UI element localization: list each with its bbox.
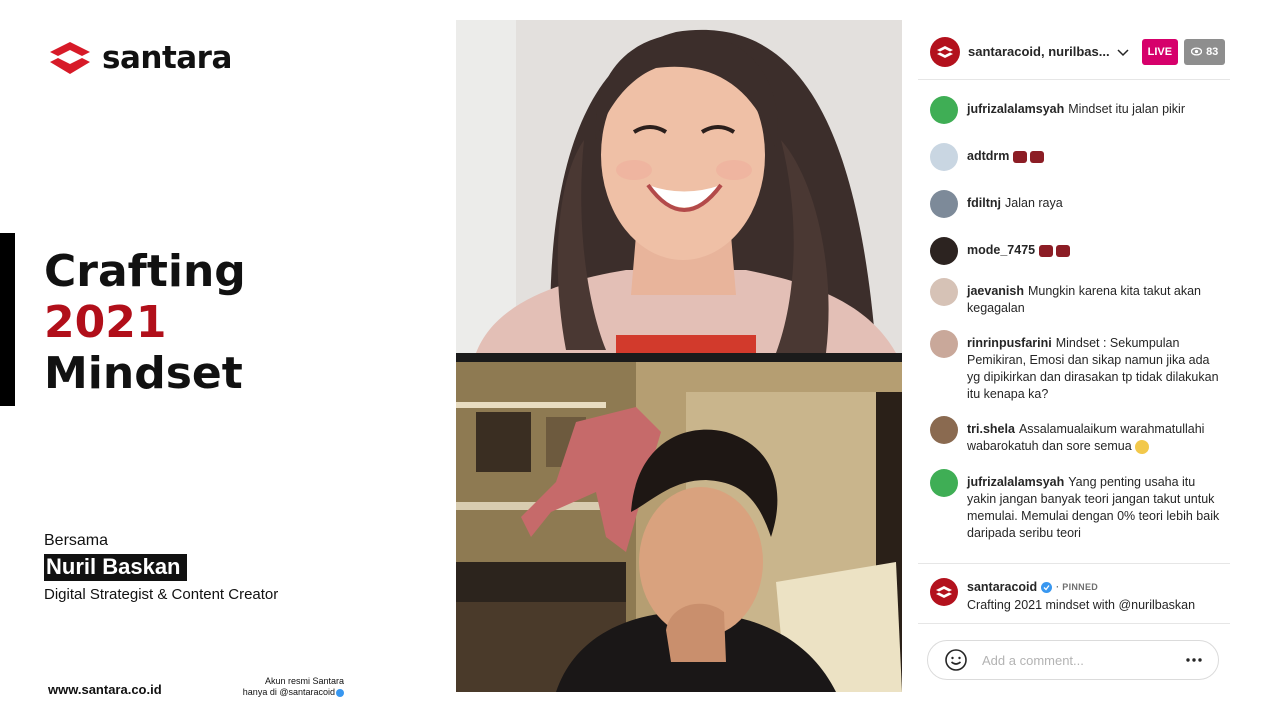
- santara-logo: santara: [48, 38, 232, 78]
- live-participants[interactable]: santaracoid, nurilbas...: [968, 44, 1110, 59]
- heart-emoji-icon: [1013, 150, 1028, 163]
- comment-box: [927, 640, 1219, 680]
- pinned-comment[interactable]: santaracoid · PINNED Crafting 2021 minds…: [918, 563, 1230, 624]
- host-camera: [456, 362, 902, 692]
- comment-user[interactable]: mode_7475: [967, 243, 1035, 257]
- comment-body: jufrizalalamsyah Mindset itu jalan pikir: [967, 101, 1185, 118]
- live-badge: LIVE: [1141, 38, 1179, 65]
- pinned-header: santaracoid · PINNED: [967, 578, 1195, 596]
- comment-user[interactable]: fdiltnj: [967, 196, 1001, 210]
- chevron-down-icon[interactable]: [1116, 45, 1130, 59]
- commenter-avatar[interactable]: [930, 330, 958, 358]
- official-line-2: hanya di @santaracoid: [242, 687, 335, 697]
- pinned-user[interactable]: santaracoid: [967, 578, 1037, 596]
- comment-body: fdiltnj Jalan raya: [967, 195, 1063, 212]
- eye-icon: [1191, 47, 1203, 56]
- commenter-avatar[interactable]: [930, 237, 958, 265]
- heart-emoji-icon: [1056, 244, 1071, 257]
- brand-name: santara: [102, 40, 232, 76]
- official-account-note: Akun resmi Santara hanya di @santaracoid: [234, 676, 344, 698]
- commenter-avatar[interactable]: [930, 469, 958, 497]
- title-line-3: Mindset: [44, 348, 243, 399]
- comment-item: jufrizalalamsyah Mindset itu jalan pikir: [930, 96, 1220, 143]
- comment-user[interactable]: adtdrm: [967, 149, 1009, 163]
- comment-list: jufrizalalamsyah Mindset itu jalan pikir …: [930, 96, 1220, 542]
- smile-emoji-icon: [1135, 439, 1150, 454]
- comment-user[interactable]: tri.shela: [967, 422, 1015, 436]
- title-year: 2021: [44, 297, 167, 348]
- emoji-picker-icon[interactable]: [944, 648, 968, 672]
- comment-item: adtdrm: [930, 143, 1220, 190]
- pinned-text: Crafting 2021 mindset with @nurilbaskan: [967, 598, 1196, 612]
- comment-item: mode_7475: [930, 237, 1220, 278]
- viewer-count-badge: 83: [1184, 38, 1226, 65]
- host-camera-image: [456, 362, 902, 692]
- official-line-1: Akun resmi Santara: [264, 676, 344, 686]
- live-header: santaracoid, nurilbas... LIVE 83: [918, 24, 1230, 80]
- website-link: www.santara.co.id: [48, 682, 162, 697]
- comment-body: jaevanish Mungkin karena kita takut akan …: [967, 283, 1220, 317]
- viewer-count: 83: [1206, 45, 1219, 58]
- comment-user[interactable]: jufrizalalamsyah: [967, 102, 1064, 116]
- santara-logo-icon: [50, 42, 90, 74]
- comment-user[interactable]: rinrinpusfarini: [967, 336, 1052, 350]
- santara-avatar-icon: [936, 586, 952, 598]
- verified-icon: [1041, 581, 1053, 593]
- host-role: Digital Strategist & Content Creator: [44, 586, 279, 603]
- live-video[interactable]: [456, 20, 902, 692]
- pinned-avatar[interactable]: [930, 578, 958, 606]
- comment-item: fdiltnj Jalan raya: [930, 190, 1220, 237]
- host-info: Bersama Nuril Baskan Digital Strategist …: [44, 531, 278, 603]
- comment-user[interactable]: jaevanish: [967, 284, 1024, 298]
- comment-body: rinrinpusfarini Mindset : Sekumpulan Pemi…: [967, 335, 1220, 403]
- comment-body: tri.shela Assalamualaikum warahmatullahi …: [967, 421, 1220, 455]
- comment-input[interactable]: [982, 652, 1184, 668]
- verified-icon: [336, 688, 344, 697]
- more-options-icon[interactable]: [1184, 650, 1204, 670]
- santara-avatar-icon: [937, 45, 953, 58]
- host-with-label: Bersama: [44, 532, 109, 549]
- comment-item: jaevanish Mungkin karena kita takut akan …: [930, 278, 1220, 330]
- comment-item: rinrinpusfarini Mindset : Sekumpulan Pemi…: [930, 330, 1220, 416]
- session-title: Crafting 2021 Mindset: [44, 246, 246, 399]
- title-line-1: Crafting: [44, 246, 246, 297]
- commenter-avatar[interactable]: [930, 143, 958, 171]
- guest-camera: [456, 20, 902, 353]
- accent-bar: [0, 233, 15, 406]
- heart-emoji-icon: [1039, 244, 1054, 257]
- commenter-avatar[interactable]: [930, 278, 958, 306]
- host-name: Nuril Baskan: [44, 554, 187, 581]
- host-avatar[interactable]: [930, 36, 960, 67]
- heart-emoji-icon: [1030, 150, 1045, 163]
- commenter-avatar[interactable]: [930, 190, 958, 218]
- comment-body: jufrizalalamsyah Yang penting usaha itu y…: [967, 474, 1220, 542]
- comment-body: mode_7475: [967, 242, 1073, 259]
- live-comments-panel: santaracoid, nurilbas... LIVE 83 jufriza…: [918, 24, 1230, 696]
- comment-text: Mindset itu jalan pikir: [1068, 102, 1185, 116]
- commenter-avatar[interactable]: [930, 96, 958, 124]
- comment-user[interactable]: jufrizalalamsyah: [967, 475, 1064, 489]
- pinned-tag: · PINNED: [1056, 582, 1099, 592]
- comment-item: tri.shela Assalamualaikum warahmatullahi …: [930, 416, 1220, 469]
- commenter-avatar[interactable]: [930, 416, 958, 444]
- comment-body: adtdrm: [967, 148, 1047, 165]
- comment-text: Jalan raya: [1005, 196, 1063, 210]
- pinned-body: santaracoid · PINNED Crafting 2021 minds…: [967, 578, 1195, 614]
- comment-item: jufrizalalamsyah Yang penting usaha itu y…: [930, 469, 1220, 542]
- guest-camera-image: [456, 20, 902, 353]
